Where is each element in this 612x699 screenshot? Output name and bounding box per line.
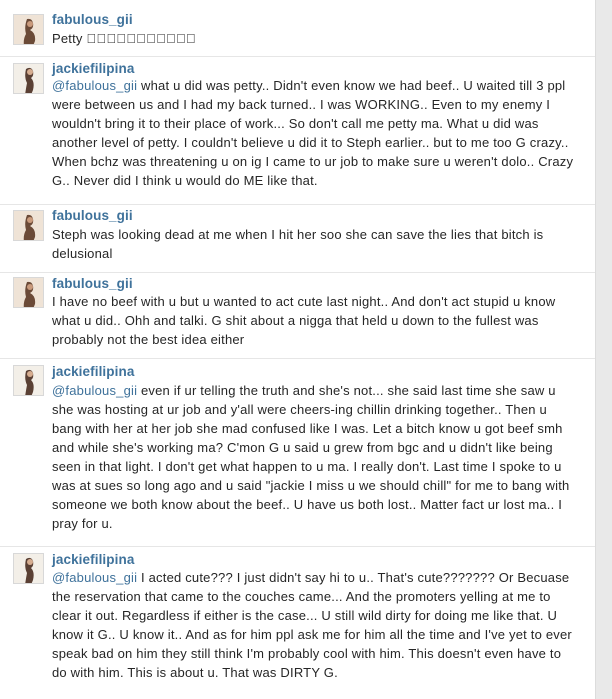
comment-username[interactable]: fabulous_gii [52, 208, 133, 223]
comment-item: jackiefilipina @fabulous_gii what u did … [0, 56, 596, 205]
user-photo-icon [14, 554, 43, 583]
avatar[interactable] [13, 553, 44, 584]
comment-item: fabulous_gii Steph was looking dead at m… [0, 204, 596, 273]
comment-line: delusional [52, 246, 113, 261]
user-photo-icon [14, 15, 43, 44]
comment-line: speak bad on him they still think I'm pr… [52, 646, 562, 661]
comment-username[interactable]: jackiefilipina [52, 552, 134, 567]
mention-link[interactable]: @fabulous_gii [52, 570, 137, 585]
comment-line: wouldn't bring it to their place of work… [52, 116, 539, 131]
comment-line: another level of petty. I couldn't belie… [52, 135, 569, 150]
comment-line: G.. Never did I think u would do ME like… [52, 173, 318, 188]
comment-line: @fabulous_gii even if ur telling the tru… [52, 381, 592, 400]
comment-feed: fabulous_gii Petty 󾌴󾌴󾌴󾌴󾌴󾌴󾌴󾌴󾌴󾌴󾌴 jackiefil… [0, 0, 596, 699]
comment-line: know it G.. U know it.. And as for him p… [52, 627, 572, 642]
comment-line: she was hosting at ur job and y'all were… [52, 402, 547, 417]
comment-line: was at sues so long ago and u said "jack… [52, 478, 570, 493]
comment-text: Petty 󾌴󾌴󾌴󾌴󾌴󾌴󾌴󾌴󾌴󾌴󾌴 [52, 29, 592, 48]
comment-username[interactable]: jackiefilipina [52, 61, 134, 76]
comment-line: what u did.. Ohh and talki. G shit about… [52, 313, 539, 328]
comment-username[interactable]: fabulous_gii [52, 12, 133, 27]
comment-line-text: what u did was petty.. Didn't even know … [137, 78, 566, 93]
avatar[interactable] [13, 63, 44, 94]
comment-username[interactable]: jackiefilipina [52, 364, 134, 379]
mention-link[interactable]: @fabulous_gii [52, 383, 137, 398]
comment-line: Petty 󾌴󾌴󾌴󾌴󾌴󾌴󾌴󾌴󾌴󾌴󾌴 [52, 31, 196, 46]
comment-text: @fabulous_gii what u did was petty.. Did… [52, 76, 592, 190]
comment-item: jackiefilipina @fabulous_gii I acted cut… [0, 546, 596, 699]
comment-line: pray for u. [52, 516, 113, 531]
comment-line-text: I acted cute??? I just didn't say hi to … [137, 570, 570, 585]
comment-line: and while she's working ma? C'mon G u sa… [52, 440, 553, 455]
user-photo-icon [14, 211, 43, 240]
user-photo-icon [14, 366, 43, 395]
comment-line: do with him. This is about u. That was D… [52, 665, 338, 680]
comment-line: someone we both know about the beef.. U … [52, 497, 563, 512]
comment-item: jackiefilipina @fabulous_gii even if ur … [0, 358, 596, 547]
avatar[interactable] [13, 365, 44, 396]
avatar[interactable] [13, 277, 44, 308]
comment-line: When bchz was threatening u on ig I came… [52, 154, 574, 169]
comment-line: seen in that light. I don't get what hap… [52, 459, 562, 474]
scrollbar[interactable] [595, 0, 612, 699]
user-photo-icon [14, 64, 43, 93]
comment-line: probably not the best idea either [52, 332, 245, 347]
comment-username[interactable]: fabulous_gii [52, 276, 133, 291]
comment-line: were between us and I had my back turned… [52, 97, 551, 112]
comment-item: fabulous_gii I have no beef with u but u… [0, 272, 596, 359]
comment-line: clear it out. Regardless if either is th… [52, 608, 558, 623]
comment-line: the reservation that came to the couches… [52, 589, 551, 604]
comment-line: bang with her at her job she mad confuse… [52, 421, 563, 436]
comment-line: Steph was looking dead at me when I hit … [52, 227, 544, 242]
comment-text: I have no beef with u but u wanted to ac… [52, 292, 592, 349]
user-photo-icon [14, 278, 43, 307]
comment-item: fabulous_gii Petty 󾌴󾌴󾌴󾌴󾌴󾌴󾌴󾌴󾌴󾌴󾌴 [0, 0, 596, 57]
comment-line-text: even if ur telling the truth and she's n… [137, 383, 556, 398]
comment-line: @fabulous_gii I acted cute??? I just did… [52, 568, 592, 587]
comment-text: Steph was looking dead at me when I hit … [52, 225, 592, 263]
comment-line: @fabulous_gii what u did was petty.. Did… [52, 76, 592, 95]
comment-text: @fabulous_gii even if ur telling the tru… [52, 381, 592, 533]
mention-link[interactable]: @fabulous_gii [52, 78, 137, 93]
avatar[interactable] [13, 210, 44, 241]
comment-text: @fabulous_gii I acted cute??? I just did… [52, 568, 592, 682]
avatar[interactable] [13, 14, 44, 45]
comment-line: I have no beef with u but u wanted to ac… [52, 294, 556, 309]
